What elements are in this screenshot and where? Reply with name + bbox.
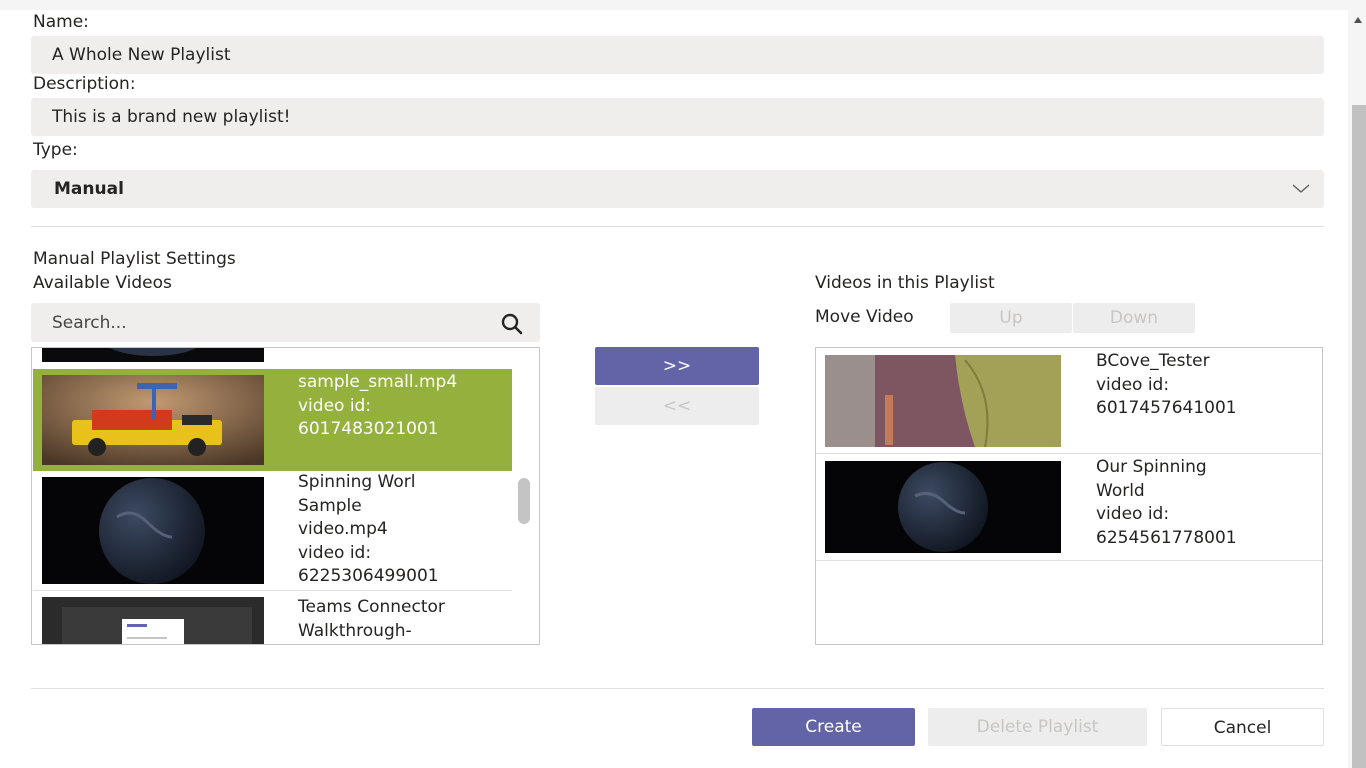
remove-from-playlist-button[interactable]: << bbox=[595, 387, 759, 425]
add-to-playlist-button[interactable]: >> bbox=[595, 347, 759, 385]
manual-settings-title: Manual Playlist Settings bbox=[33, 249, 236, 269]
person-in-jacket-thumbnail bbox=[825, 355, 1061, 447]
video-thumbnail bbox=[42, 477, 264, 584]
description-label: Description: bbox=[33, 74, 136, 94]
playlist-video-item[interactable]: Our Spinning World video id: 62545617780… bbox=[816, 454, 1322, 560]
available-videos-list[interactable]: sample_small.mp4 video id: 6017483021001… bbox=[31, 347, 540, 645]
video-title-cont: World bbox=[1096, 480, 1145, 501]
earth-thumbnail bbox=[109, 348, 197, 356]
video-title: sample_small.mp4 bbox=[298, 372, 458, 392]
video-id: 6017483021001 bbox=[298, 419, 439, 439]
video-thumbnail bbox=[42, 597, 264, 644]
video-thumbnail bbox=[825, 355, 1061, 447]
name-field[interactable]: A Whole New Playlist bbox=[31, 36, 1324, 74]
earth-thumbnail bbox=[99, 478, 205, 584]
description-field[interactable]: This is a brand new playlist! bbox=[31, 98, 1324, 136]
screen-recording-thumbnail bbox=[62, 607, 252, 644]
lego-robot-thumbnail bbox=[42, 375, 264, 465]
video-id: 6225306499001 bbox=[298, 566, 439, 586]
available-video-item[interactable]: sample_small.mp4 video id: 6017483021001 bbox=[33, 369, 512, 471]
type-select-value: Manual bbox=[54, 179, 124, 199]
available-videos-title: Available Videos bbox=[33, 273, 172, 293]
video-title-cont: Walkthrough- bbox=[298, 620, 412, 641]
type-label: Type: bbox=[33, 140, 78, 160]
video-thumbnail-partial bbox=[42, 348, 264, 362]
available-list-scrollbar[interactable] bbox=[518, 478, 530, 524]
video-thumbnail bbox=[42, 375, 264, 465]
playlist-videos-list[interactable]: BCove_Tester video id: 6017457641001 Our… bbox=[815, 347, 1323, 645]
video-id-label: video id: bbox=[298, 395, 372, 416]
list-separator bbox=[816, 560, 1322, 561]
type-select[interactable]: Manual bbox=[31, 170, 1324, 208]
video-id-label: video id: bbox=[1096, 504, 1170, 524]
search-input[interactable] bbox=[31, 303, 481, 342]
section-divider bbox=[31, 226, 1324, 227]
move-video-label: Move Video bbox=[815, 307, 914, 327]
search-icon[interactable] bbox=[500, 312, 524, 336]
move-up-button[interactable]: Up bbox=[950, 303, 1072, 333]
scroll-up-arrow-icon[interactable] bbox=[1353, 16, 1363, 24]
create-button[interactable]: Create bbox=[752, 708, 915, 746]
video-id-label: video id: bbox=[1096, 374, 1170, 395]
move-down-button[interactable]: Down bbox=[1073, 303, 1195, 333]
video-thumbnail bbox=[825, 461, 1061, 553]
video-id: 6017457641001 bbox=[1096, 398, 1237, 418]
delete-playlist-button[interactable]: Delete Playlist bbox=[928, 708, 1147, 746]
playlist-videos-title: Videos in this Playlist bbox=[815, 273, 995, 293]
chevron-down-icon bbox=[1292, 184, 1310, 193]
search-box bbox=[31, 303, 540, 342]
playlist-video-item[interactable]: BCove_Tester video id: 6017457641001 bbox=[816, 348, 1322, 453]
video-title: Our Spinning bbox=[1096, 457, 1207, 477]
video-id: 6254561778001 bbox=[1096, 527, 1237, 548]
video-title-cont: Sample bbox=[298, 495, 362, 516]
available-video-item[interactable]: Teams Connector Walkthrough- bbox=[33, 592, 512, 644]
footer-divider bbox=[31, 688, 1324, 689]
cancel-button[interactable]: Cancel bbox=[1161, 708, 1324, 746]
available-video-item[interactable]: Spinning Worl Sample video.mp4 video id:… bbox=[33, 472, 512, 590]
earth-thumbnail bbox=[898, 462, 988, 552]
video-title: Teams Connector bbox=[298, 597, 445, 617]
page-scrollbar[interactable] bbox=[1350, 10, 1366, 768]
video-title-cont: video.mp4 bbox=[298, 519, 388, 539]
page-scrollbar-thumb[interactable] bbox=[1352, 105, 1366, 768]
name-label: Name: bbox=[33, 12, 89, 32]
video-title: BCove_Tester bbox=[1096, 351, 1210, 371]
video-id-label: video id: bbox=[298, 542, 372, 563]
video-title: Spinning Worl bbox=[298, 472, 416, 492]
list-separator bbox=[33, 590, 512, 591]
